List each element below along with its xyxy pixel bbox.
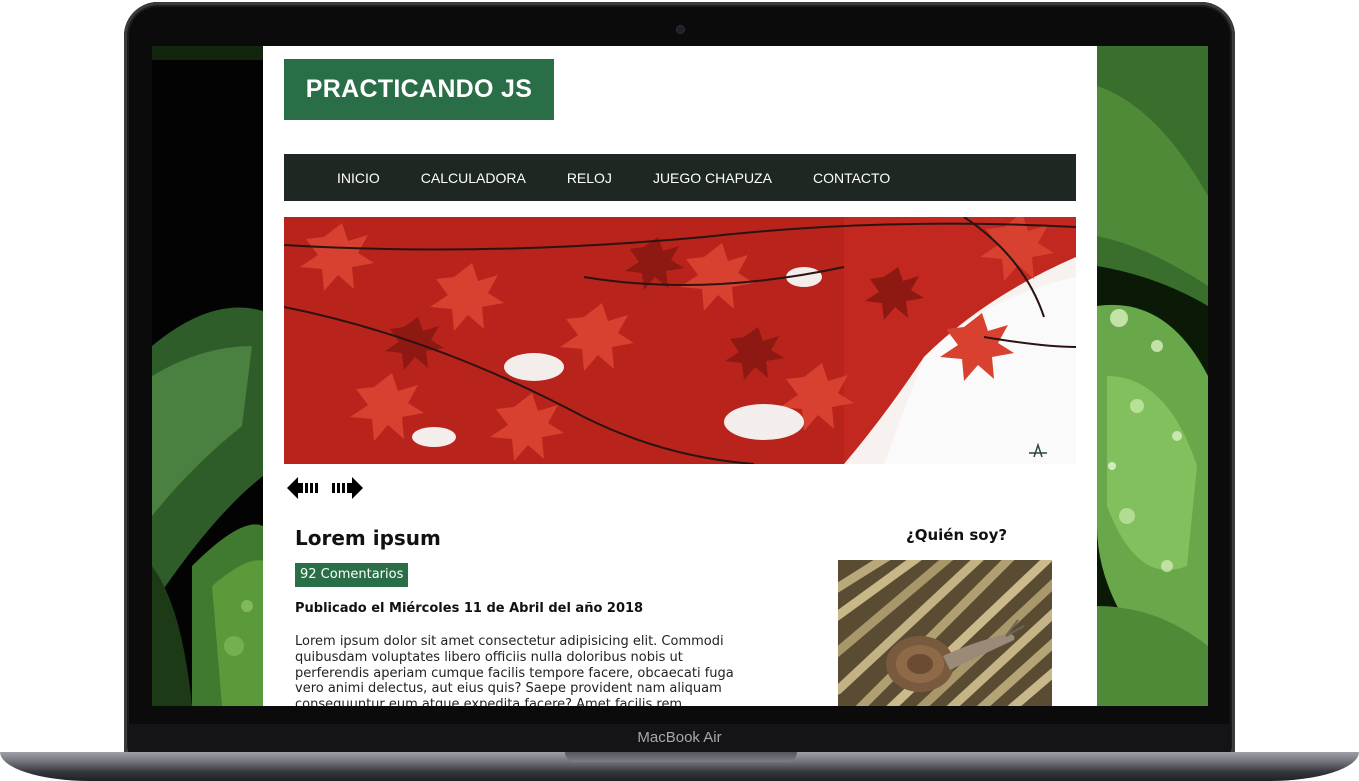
nav-item-calculadora[interactable]: CALCULADORA	[421, 170, 526, 186]
arrow-left-icon[interactable]	[287, 477, 321, 499]
background-leaves-right	[1097, 46, 1208, 706]
nav-item-contacto[interactable]: CONTACTO	[813, 170, 890, 186]
article-body: Lorem ipsum dolor sit amet consectetur a…	[295, 634, 734, 706]
article: Lorem ipsum 92 Comentarios Publicado el …	[295, 526, 765, 706]
nav-item-reloj[interactable]: RELOJ	[567, 170, 612, 186]
arrow-right-icon[interactable]	[329, 477, 363, 499]
camera-icon	[677, 26, 684, 33]
slider-image	[284, 217, 1076, 464]
nav-item-inicio[interactable]: INICIO	[337, 170, 380, 186]
nav-item-juego-chapuza[interactable]: JUEGO CHAPUZA	[653, 170, 772, 186]
background-leaves-left	[152, 46, 263, 706]
article-title[interactable]: Lorem ipsum	[295, 526, 765, 550]
aside-photo	[838, 560, 1052, 706]
laptop-notch	[565, 752, 797, 762]
screen: PRACTICANDO JS INICIO CALCULADORA RELOJ …	[152, 46, 1208, 706]
laptop-model-label: MacBook Air	[637, 729, 722, 746]
web-page: PRACTICANDO JS INICIO CALCULADORA RELOJ …	[263, 46, 1097, 706]
article-date: Publicado el Miércoles 11 de Abril del a…	[295, 601, 644, 616]
site-logo[interactable]: PRACTICANDO JS	[284, 59, 554, 120]
aside-title: ¿Quién soy?	[906, 526, 1008, 544]
comments-badge[interactable]: 92 Comentarios	[295, 563, 409, 587]
main-nav: INICIO CALCULADORA RELOJ JUEGO CHAPUZA C…	[284, 154, 1076, 201]
